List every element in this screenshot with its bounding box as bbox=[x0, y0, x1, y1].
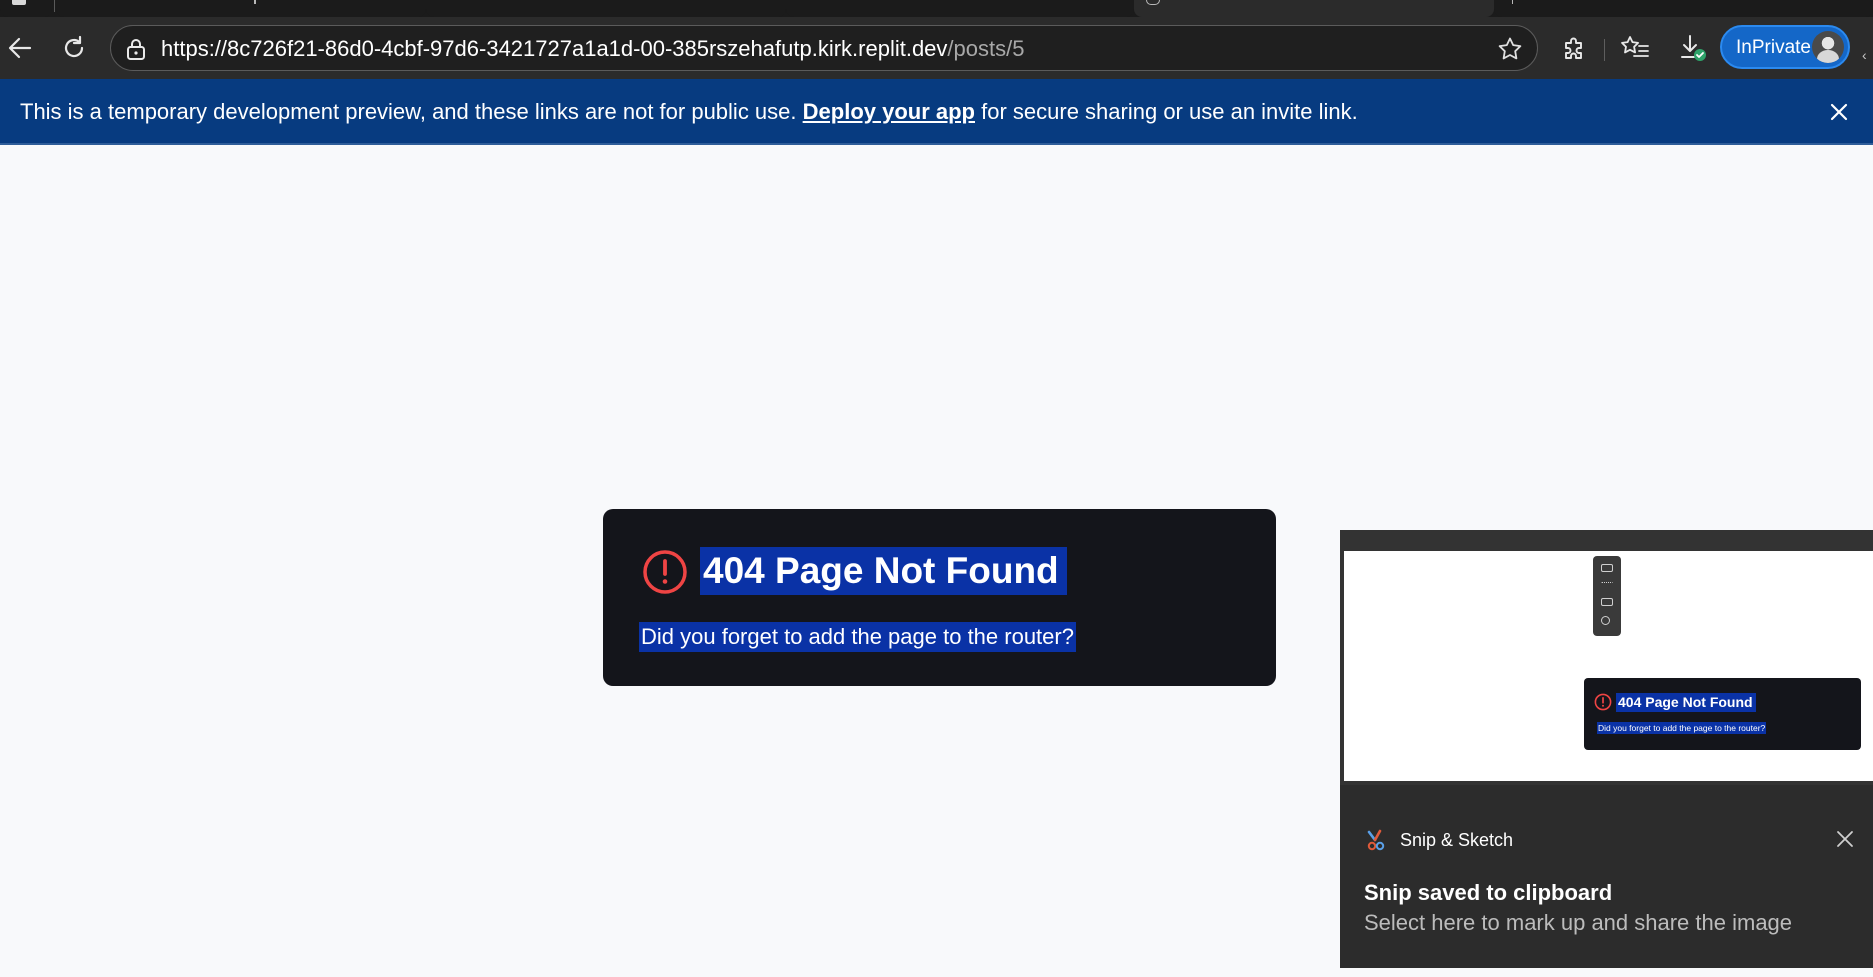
snip-preview[interactable]: 404 Page Not Found Did you forget to add… bbox=[1340, 530, 1873, 785]
tab-4[interactable] bbox=[786, 0, 1134, 17]
refresh-button[interactable] bbox=[57, 31, 91, 65]
extensions-button[interactable] bbox=[1557, 31, 1591, 65]
inprivate-button[interactable]: InPrivate bbox=[1720, 25, 1850, 69]
favorites-button[interactable] bbox=[1618, 31, 1652, 65]
url-path: /posts/5 bbox=[947, 36, 1025, 61]
tab-active-globe-icon bbox=[1146, 0, 1160, 5]
snip-tool-search-icon bbox=[1601, 616, 1610, 625]
toast-title: Snip saved to clipboard bbox=[1364, 880, 1613, 905]
tab-2[interactable] bbox=[56, 0, 426, 17]
snip-preview-title: 404 Page Not Found bbox=[1616, 693, 1756, 712]
tab-active[interactable] bbox=[1134, 0, 1494, 17]
toolbar-divider bbox=[1604, 39, 1605, 61]
tab-strip bbox=[0, 0, 1873, 17]
url-text: https://8c726f21-86d0-4cbf-97d6-3421727a… bbox=[161, 37, 1024, 61]
inprivate-label: InPrivate bbox=[1736, 37, 1811, 58]
more-chevron-icon[interactable]: ‹ bbox=[1862, 47, 1867, 63]
tab-1-favicon-icon bbox=[12, 0, 26, 5]
snip-preview-message: Did you forget to add the page to the ro… bbox=[1597, 722, 1767, 734]
snip-preview-card: 404 Page Not Found Did you forget to add… bbox=[1584, 678, 1861, 750]
banner-message: This is a temporary development preview,… bbox=[20, 99, 1358, 125]
lock-icon[interactable] bbox=[125, 37, 147, 61]
tab-3[interactable] bbox=[426, 0, 786, 17]
tab-1[interactable] bbox=[0, 0, 52, 17]
snip-and-sketch-icon bbox=[1367, 829, 1385, 851]
puzzle-icon bbox=[1565, 37, 1582, 59]
refresh-icon bbox=[64, 35, 84, 58]
download-icon bbox=[1681, 35, 1706, 61]
downloads-button[interactable] bbox=[1676, 31, 1710, 65]
tab-2-title-fragment bbox=[254, 0, 256, 4]
favorites-list-icon bbox=[1621, 36, 1649, 57]
not-found-card: 404 Page Not Found Did you forget to add… bbox=[603, 509, 1276, 686]
back-button[interactable] bbox=[3, 31, 37, 65]
banner-text-before: This is a temporary development preview,… bbox=[20, 99, 797, 124]
tab-separator bbox=[54, 0, 55, 12]
back-arrow-icon bbox=[8, 37, 32, 59]
mini-alert-circle-icon bbox=[1594, 693, 1612, 711]
snip-tool-icon bbox=[1601, 564, 1613, 572]
snip-tool-more-icon bbox=[1601, 582, 1613, 584]
banner-close-icon[interactable] bbox=[1826, 99, 1852, 125]
snip-notification-toast[interactable]: Snip & Sketch Snip saved to clipboard Se… bbox=[1340, 785, 1873, 968]
tab-6[interactable] bbox=[1494, 0, 1873, 17]
toast-close-icon[interactable] bbox=[1836, 830, 1854, 848]
url-host: https://8c726f21-86d0-4cbf-97d6-3421727a… bbox=[161, 36, 948, 61]
toast-app-name: Snip & Sketch bbox=[1400, 830, 1514, 850]
favorite-star-icon[interactable] bbox=[1497, 36, 1523, 62]
address-bar[interactable]: https://8c726f21-86d0-4cbf-97d6-3421727a… bbox=[110, 25, 1538, 71]
alert-circle-icon bbox=[643, 550, 687, 594]
profile-avatar bbox=[1812, 31, 1844, 63]
browser-toolbar: https://8c726f21-86d0-4cbf-97d6-3421727a… bbox=[0, 17, 1873, 79]
toast-body: Select here to mark up and share the ima… bbox=[1364, 910, 1793, 935]
deploy-app-link[interactable]: Deploy your app bbox=[803, 99, 975, 124]
error-message: Did you forget to add the page to the ro… bbox=[639, 622, 1076, 652]
tab-6-favicon-icon bbox=[1512, 0, 1520, 4]
dev-preview-banner: This is a temporary development preview,… bbox=[0, 79, 1873, 145]
page-title: 404 Page Not Found bbox=[700, 547, 1067, 595]
snip-tool-copy-icon bbox=[1601, 598, 1613, 606]
banner-text-after: for secure sharing or use an invite link… bbox=[981, 99, 1358, 124]
snip-preview-toolbar bbox=[1593, 556, 1621, 636]
snip-preview-image: 404 Page Not Found Did you forget to add… bbox=[1344, 551, 1873, 781]
